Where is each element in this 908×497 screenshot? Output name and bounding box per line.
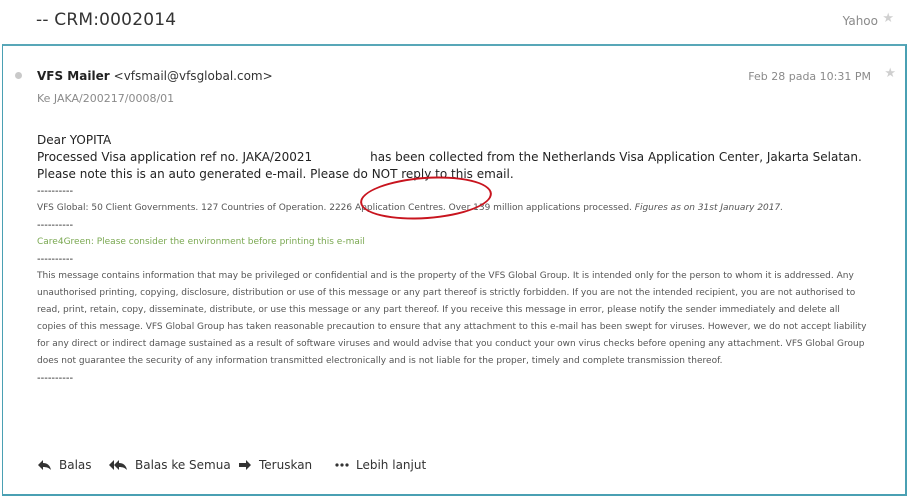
more-button[interactable]: Lebih lanjut — [335, 458, 426, 472]
disclaimer: This message contains information that m… — [37, 271, 867, 366]
star-icon[interactable]: ★ — [882, 11, 894, 26]
care4green-note: Care4Green: Please consider the environm… — [37, 237, 365, 247]
reply-icon — [38, 460, 51, 470]
reply-label: Balas — [59, 458, 92, 472]
reply-all-label: Balas ke Semua — [135, 458, 231, 472]
sender-email: <vfsmail@vfsglobal.com> — [113, 69, 273, 83]
forward-icon — [239, 460, 251, 470]
message-card: VFS Mailer <vfsmail@vfsglobal.com> Feb 28… — [2, 44, 907, 496]
header-bar: -- CRM:0002014 Yahoo ★ — [0, 0, 908, 44]
separator: ---------- — [37, 373, 74, 384]
reply-button[interactable]: Balas — [37, 458, 92, 472]
unread-dot-icon — [15, 72, 22, 79]
recipient-line[interactable]: Ke JAKA/200217/0008/01 — [37, 92, 174, 105]
forward-button[interactable]: Teruskan — [239, 458, 312, 472]
collected-line-suffix: has been collected from the Netherlands … — [370, 150, 862, 164]
message-date: Feb 28 pada 10:31 PM — [748, 70, 871, 83]
message-star-icon[interactable]: ★ — [884, 66, 896, 81]
separator: ---------- — [37, 254, 74, 265]
message-body: Dear YOPITA Processed Visa application r… — [37, 132, 897, 387]
more-label: Lebih lanjut — [356, 458, 427, 472]
provider-label: Yahoo — [842, 14, 878, 28]
greeting: Dear YOPITA — [37, 133, 112, 147]
collected-line: Processed Visa application ref no. JAKA/… — [37, 149, 897, 166]
vfs-stats-text: VFS Global: 50 Client Governments. 127 C… — [37, 203, 632, 213]
sender-name: VFS Mailer — [37, 69, 110, 83]
forward-label: Teruskan — [259, 458, 313, 472]
more-icon — [335, 463, 349, 467]
separator: ---------- — [37, 220, 74, 231]
email-subject: -- CRM:0002014 — [36, 10, 177, 30]
sender[interactable]: VFS Mailer <vfsmail@vfsglobal.com> — [37, 69, 273, 83]
reply-all-icon — [109, 460, 127, 470]
reply-all-button[interactable]: Balas ke Semua — [109, 458, 231, 472]
collected-line-prefix: Processed Visa application ref no. JAKA/… — [37, 150, 313, 164]
vfs-stats-note: Figures as on 31st January 2017. — [634, 203, 784, 213]
